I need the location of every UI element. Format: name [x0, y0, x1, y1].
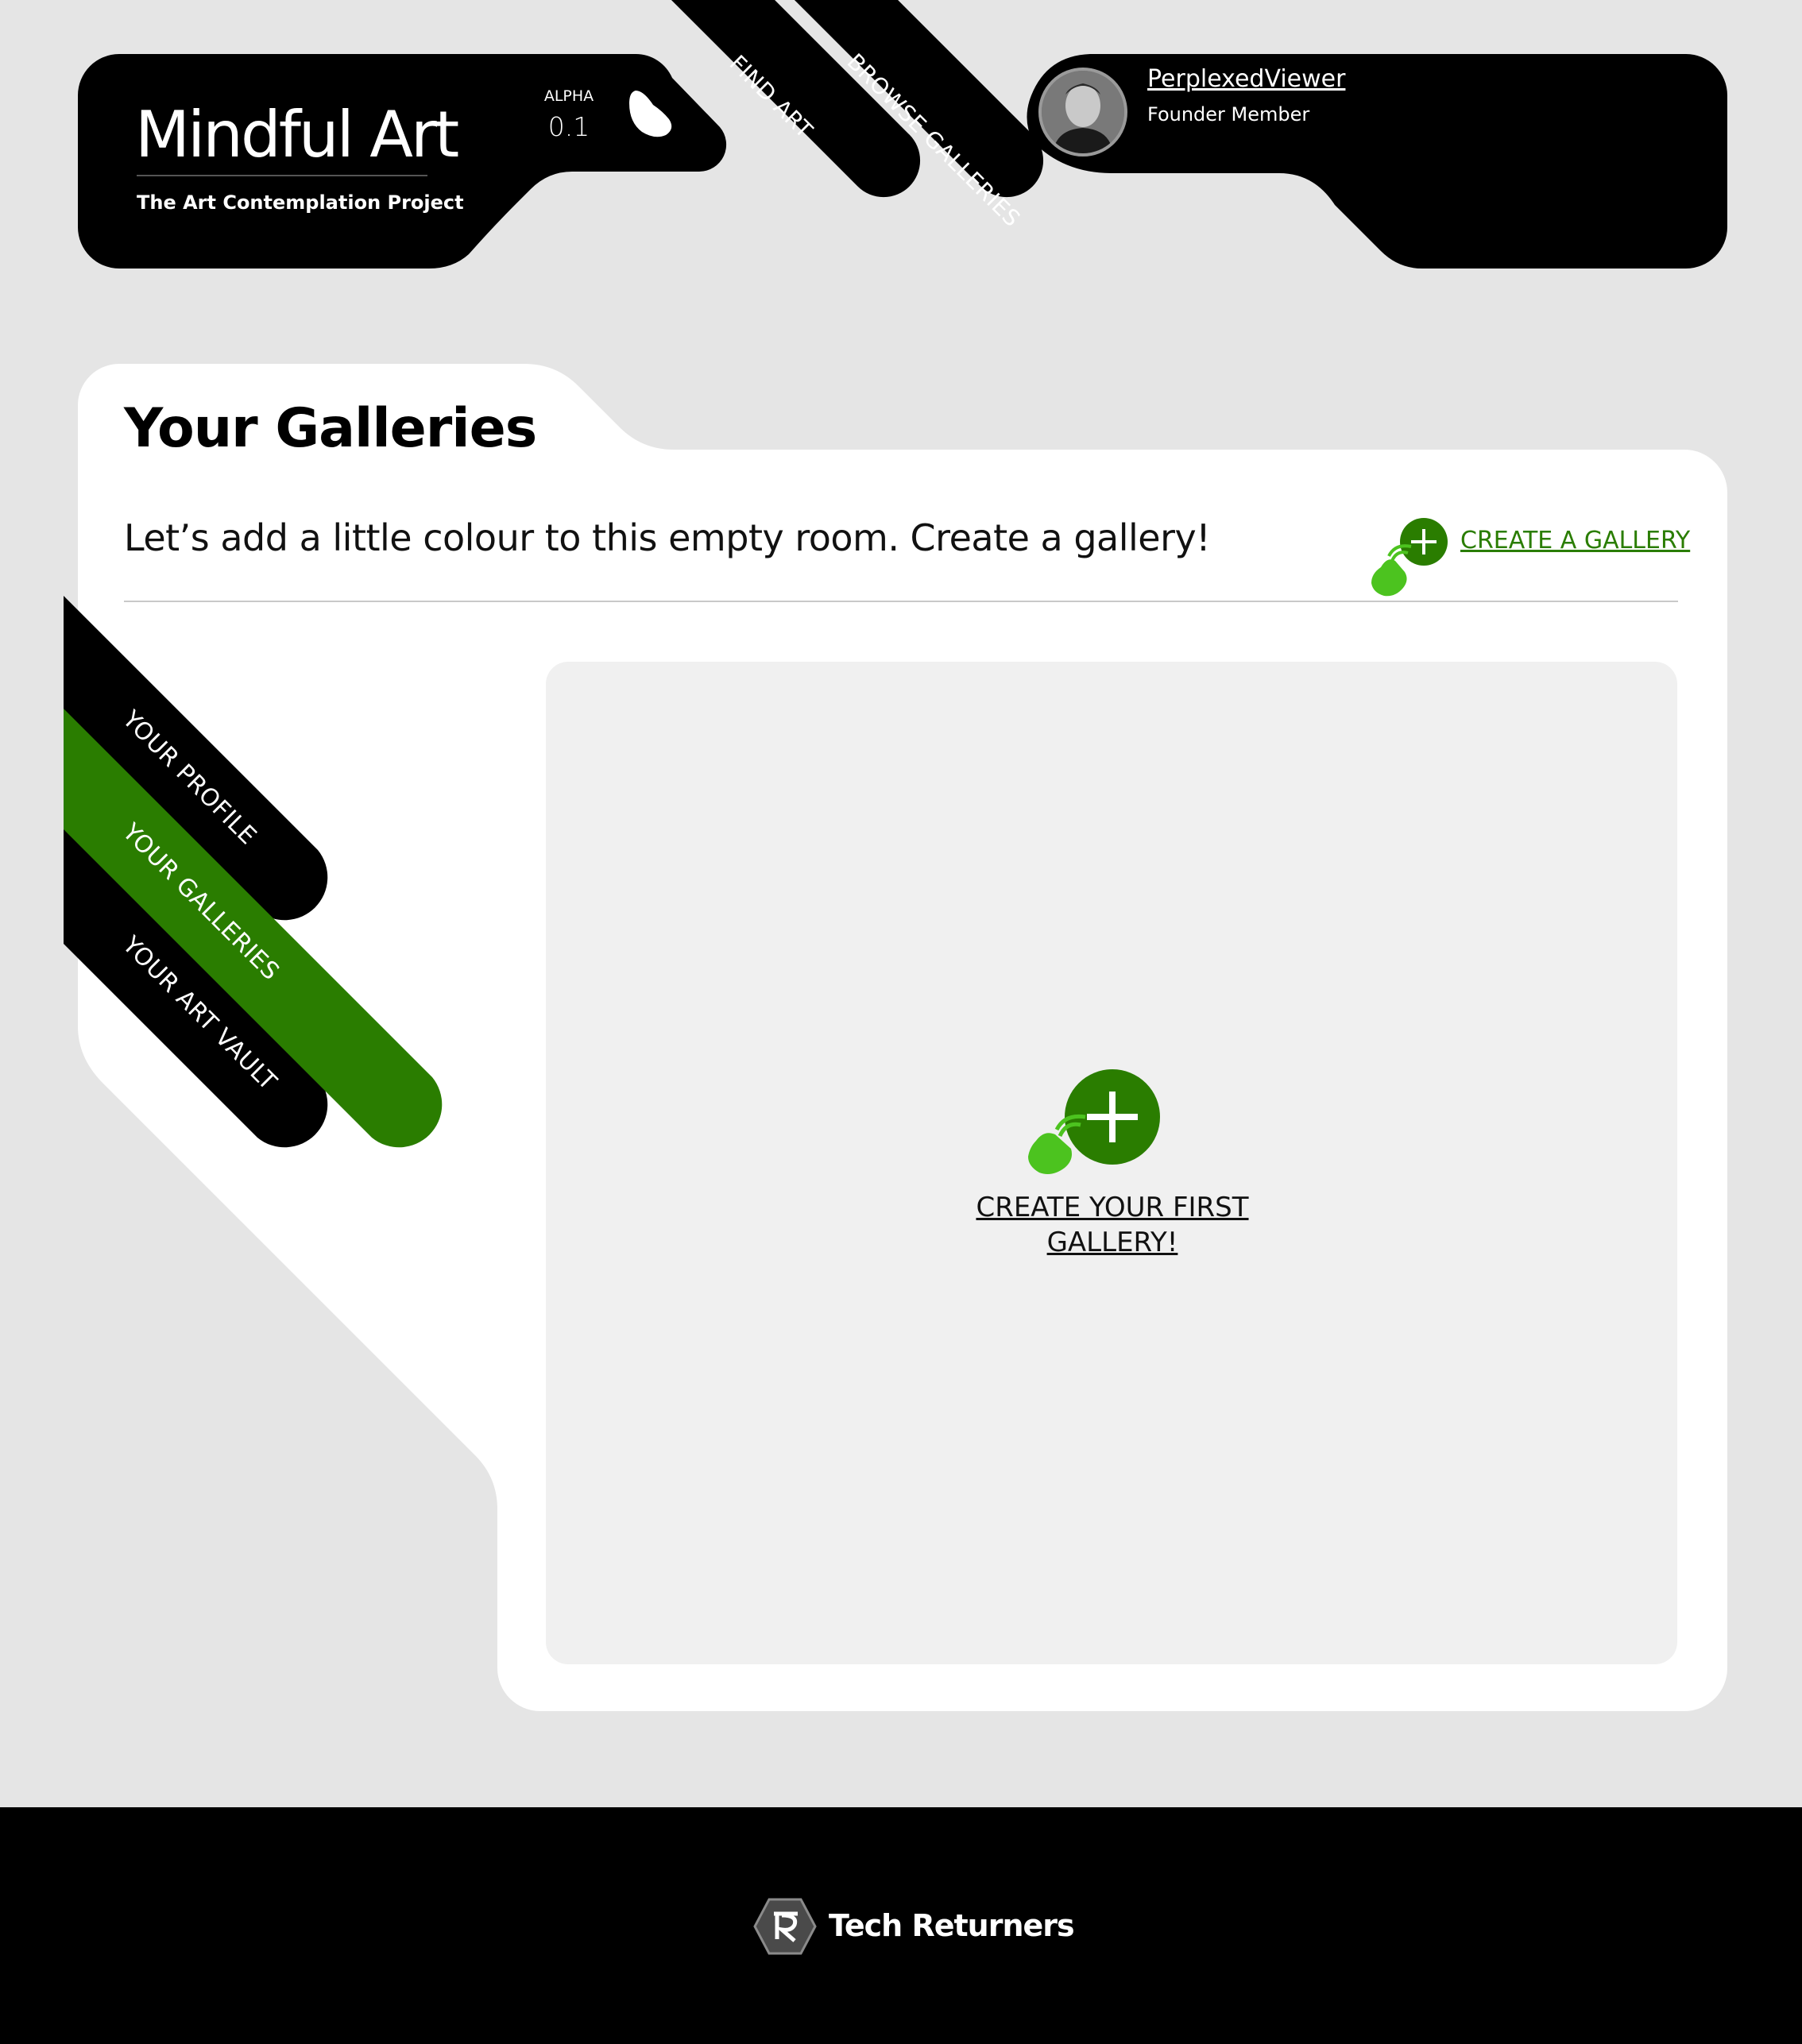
brand-title: Mindful Art [135, 98, 459, 172]
footer-brand: Tech Returners [829, 1908, 1075, 1943]
version-label: ALPHA [543, 87, 594, 105]
page-title: Your Galleries [124, 397, 537, 460]
avatar[interactable] [1038, 68, 1127, 156]
member-role: Founder Member [1147, 103, 1310, 126]
add-gallery-icon[interactable] [1365, 515, 1452, 602]
user-panel [1027, 54, 1727, 269]
page-intro: Let’s add a little colour to this empty … [124, 516, 1211, 559]
tech-returners-logo-icon [753, 1898, 817, 1955]
version-number: 0.1 [547, 111, 590, 142]
user-portrait-icon [1042, 71, 1124, 153]
leaf-icon [629, 91, 672, 137]
brand-divider [137, 175, 427, 176]
add-first-gallery-icon[interactable] [1025, 1065, 1162, 1176]
cta-line2: GALLERY! [1046, 1227, 1178, 1258]
brand-subtitle: The Art Contemplation Project [137, 191, 464, 214]
side-tabs [0, 588, 477, 1160]
cta-line1: CREATE YOUR FIRST [976, 1192, 1249, 1223]
username-link[interactable]: PerplexedViewer [1147, 65, 1345, 93]
create-gallery-link[interactable]: CREATE A GALLERY [1460, 527, 1690, 554]
create-first-gallery-link[interactable]: CREATE YOUR FIRST GALLERY! [938, 1190, 1287, 1260]
